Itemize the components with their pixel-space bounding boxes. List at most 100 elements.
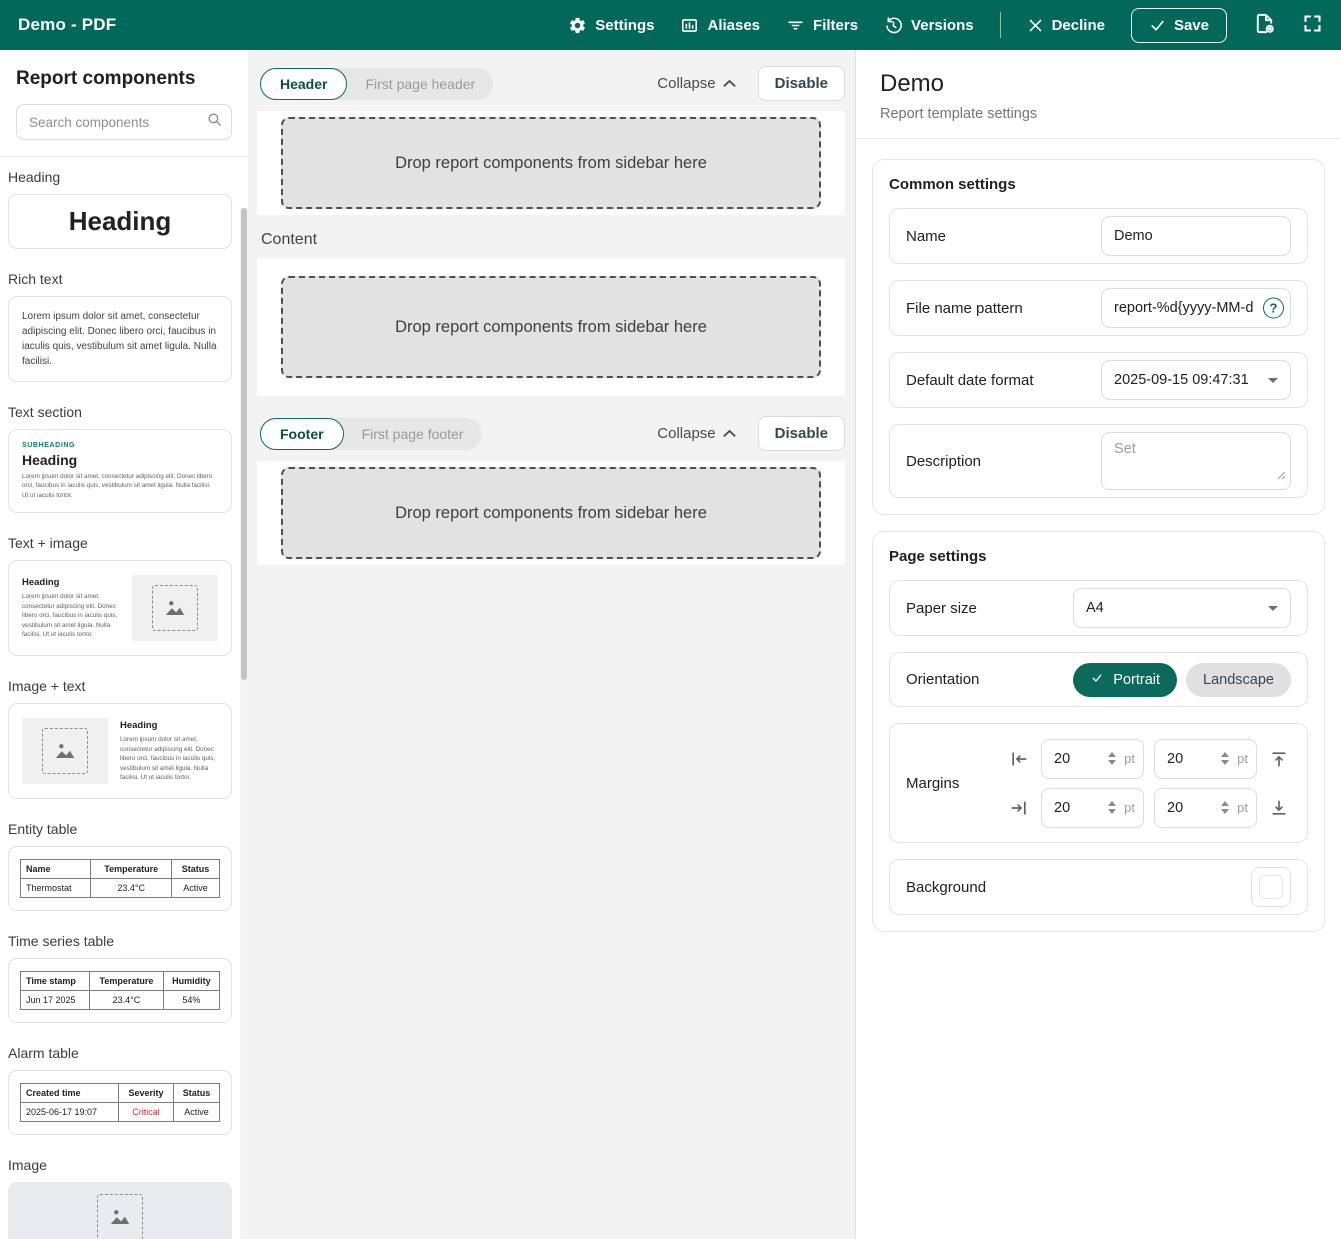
chip-first-page-footer[interactable]: First page footer — [344, 418, 482, 450]
table-cell-severity: Critical — [119, 1103, 174, 1122]
orientation-toggle: Portrait Landscape — [1073, 663, 1291, 697]
versions-button[interactable]: Versions — [884, 16, 974, 35]
filters-button[interactable]: Filters — [786, 16, 858, 35]
component-alarm-table[interactable]: Created time Severity Status 2025-06-17 … — [8, 1070, 232, 1135]
header-disable-button[interactable]: Disable — [758, 66, 845, 101]
background-color-button[interactable] — [1251, 867, 1291, 907]
footer-collapse-button[interactable]: Collapse — [657, 425, 735, 442]
component-time-series-table[interactable]: Time stamp Temperature Humidity Jun 17 2… — [8, 958, 232, 1023]
settings-header: Demo Report template settings — [856, 50, 1341, 138]
preview-report-button[interactable] — [1253, 12, 1276, 38]
stepper-icon[interactable] — [1108, 801, 1116, 814]
paper-size-select[interactable]: A4 — [1073, 588, 1291, 628]
unit-label: pt — [1237, 751, 1248, 766]
table-header-cell: Created time — [21, 1084, 119, 1103]
settings-button-label: Settings — [595, 17, 654, 34]
save-button[interactable]: Save — [1131, 8, 1227, 43]
fullscreen-button[interactable] — [1302, 13, 1323, 37]
table-cell: 2025-06-17 19:07 — [21, 1103, 119, 1122]
chip-header[interactable]: Header — [260, 68, 347, 100]
template-title: Demo — [880, 70, 1317, 98]
margin-value-input[interactable] — [1054, 800, 1090, 816]
file-name-pattern-field: ? — [1101, 288, 1291, 328]
topbar-divider — [1000, 12, 1001, 38]
settings-panel: Demo Report template settings Common set… — [855, 50, 1341, 1239]
preview-subheading: Subheading — [22, 442, 218, 449]
margin-input-4: pt — [1154, 788, 1257, 828]
margin-right-icon — [1007, 798, 1031, 818]
scrollbar-thumb[interactable] — [241, 208, 247, 680]
component-text-section[interactable]: Subheading Heading Lorem ipsum dolor sit… — [8, 429, 232, 513]
content-dropzone[interactable]: Drop report components from sidebar here — [281, 276, 821, 378]
table-row: Jun 17 2025 23.4°C 54% — [21, 991, 220, 1010]
component-rich-text[interactable]: Lorem ipsum dolor sit amet, consectetur … — [8, 296, 232, 382]
component-entity-table[interactable]: Name Temperature Status Thermostat 23.4°… — [8, 846, 232, 911]
chevron-up-icon — [723, 425, 736, 442]
aliases-icon — [680, 16, 699, 35]
component-text-image[interactable]: Heading Lorem ipsum dolor sit amet, cons… — [8, 560, 232, 656]
table-cell: 23.4°C — [90, 991, 164, 1010]
preview-text-column: Heading Lorem ipsum dolor sit amet, cons… — [22, 577, 120, 639]
header-section-actions: Collapse Disable — [657, 66, 845, 101]
background-row: Background — [889, 859, 1308, 915]
search-container — [0, 90, 248, 157]
common-settings-title: Common settings — [889, 176, 1308, 193]
portrait-button-label: Portrait — [1113, 672, 1160, 688]
search-input[interactable] — [29, 115, 206, 130]
table-header-cell: Time stamp — [21, 972, 90, 991]
chip-first-page-header[interactable]: First page header — [347, 68, 493, 100]
decline-button[interactable]: Decline — [1027, 17, 1105, 34]
description-input[interactable] — [1114, 441, 1278, 481]
component-image[interactable] — [8, 1182, 232, 1239]
content-section-label: Content — [261, 231, 845, 249]
component-heading[interactable]: Heading — [8, 194, 232, 249]
collapse-label: Collapse — [657, 75, 715, 92]
table-header-cell: Temperature — [91, 860, 172, 879]
footer-disable-button[interactable]: Disable — [758, 416, 845, 451]
decline-button-label: Decline — [1052, 17, 1105, 34]
table-header-cell: Temperature — [90, 972, 164, 991]
orientation-label: Orientation — [906, 671, 979, 688]
aliases-button[interactable]: Aliases — [680, 16, 760, 35]
resize-handle-icon[interactable] — [1277, 467, 1286, 485]
filters-button-label: Filters — [813, 17, 858, 34]
header-dropzone[interactable]: Drop report components from sidebar here — [281, 117, 821, 209]
landscape-button[interactable]: Landscape — [1186, 663, 1291, 697]
margin-value-input[interactable] — [1167, 751, 1203, 767]
preview-body: Lorem ipsum dolor sit amet, consectetur … — [120, 735, 218, 782]
component-label-entity-table: Entity table — [8, 821, 232, 837]
margin-value-input[interactable] — [1054, 751, 1090, 767]
report-canvas: Header First page header Collapse Disabl… — [248, 50, 855, 1239]
report-editor-app: Demo - PDF Settings Aliases Filters Vers… — [0, 0, 1341, 1239]
gear-icon — [568, 16, 587, 35]
check-icon — [1149, 17, 1166, 34]
stepper-icon[interactable] — [1108, 752, 1116, 765]
help-icon[interactable]: ? — [1263, 298, 1284, 319]
table-header-cell: Status — [172, 860, 220, 879]
header-collapse-button[interactable]: Collapse — [657, 75, 735, 92]
orientation-row: Orientation Portrait Landscape — [889, 652, 1308, 707]
margin-value-input[interactable] — [1167, 800, 1203, 816]
footer-dropzone[interactable]: Drop report components from sidebar here — [281, 467, 821, 559]
preview-body: Lorem ipsum dolor sit amet, consectetur … — [22, 592, 120, 639]
stepper-icon[interactable] — [1221, 752, 1229, 765]
caret-down-icon — [1268, 606, 1278, 611]
history-icon — [884, 16, 903, 35]
stepper-icon[interactable] — [1221, 801, 1229, 814]
chip-footer[interactable]: Footer — [260, 418, 344, 450]
table-header-cell: Name — [21, 860, 91, 879]
component-image-text[interactable]: Heading Lorem ipsum dolor sit amet, cons… — [8, 703, 232, 799]
time-series-table-preview: Time stamp Temperature Humidity Jun 17 2… — [20, 971, 220, 1010]
sidebar-scrollbar[interactable] — [240, 208, 248, 1239]
image-placeholder-icon — [152, 585, 198, 631]
topbar: Demo - PDF Settings Aliases Filters Vers… — [0, 0, 1341, 50]
settings-button[interactable]: Settings — [568, 16, 654, 35]
preview-image-box — [22, 718, 108, 784]
margin-bottom-icon — [1267, 798, 1291, 818]
margins-line-top: pt pt — [1007, 739, 1291, 779]
date-format-value: 2025-09-15 09:47:31 — [1114, 372, 1249, 388]
name-input[interactable] — [1101, 216, 1291, 256]
portrait-button[interactable]: Portrait — [1073, 663, 1177, 697]
date-format-select[interactable]: 2025-09-15 09:47:31 — [1101, 360, 1291, 400]
background-label: Background — [906, 879, 986, 896]
